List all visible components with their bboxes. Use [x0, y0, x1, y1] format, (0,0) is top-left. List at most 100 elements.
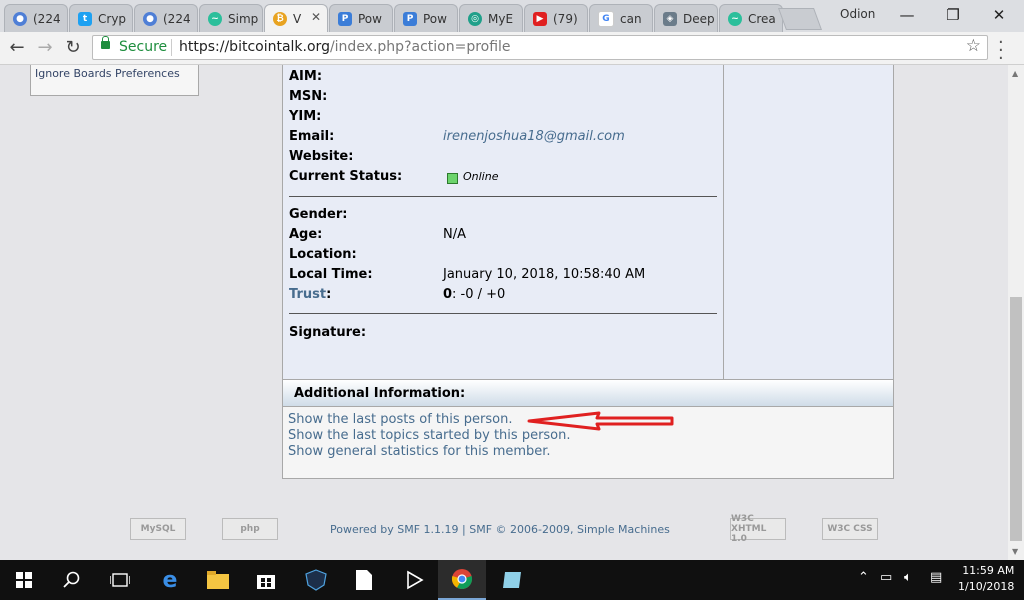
trust-row-label: Trust:: [289, 287, 332, 302]
windows-start-icon[interactable]: [0, 560, 48, 600]
notes-app-icon[interactable]: [488, 560, 536, 600]
taskbar-clock[interactable]: 11:59 AM 1/10/2018: [958, 563, 1014, 595]
tray-chevron-icon[interactable]: ⌃: [858, 570, 869, 585]
reload-icon[interactable]: ↻: [62, 37, 84, 59]
msn-label: MSN:: [289, 89, 328, 104]
browser-tab[interactable]: P Pow: [394, 4, 458, 32]
online-status-icon: [447, 173, 458, 184]
last-posts-link[interactable]: Show the last posts of this person.: [288, 412, 512, 427]
forward-arrow-icon[interactable]: →: [34, 37, 56, 59]
clock-date: 1/10/2018: [958, 580, 1015, 593]
swirl-icon: ~: [728, 11, 742, 26]
powered-by-text[interactable]: Powered by SMF 1.1.19 | SMF © 2006-2009,…: [330, 523, 670, 536]
edge-browser-icon[interactable]: e: [146, 560, 194, 600]
browser-tab[interactable]: ◈ Deep: [654, 4, 718, 32]
red-arrow-annotation: [527, 411, 674, 431]
minimize-icon[interactable]: —: [884, 4, 930, 26]
additional-info-header: Additional Information:: [283, 380, 893, 407]
local-time-label: Local Time:: [289, 267, 373, 282]
taskbar: e ⌃ ▭ 🔈︎ ▤ 11:59 AM 1/10/2018: [0, 560, 1024, 600]
document-icon[interactable]: [340, 560, 388, 600]
google-icon: G: [598, 10, 614, 27]
address-separator: [171, 39, 172, 56]
trust-value: 0: -0 / +0: [443, 287, 506, 302]
email-label: Email:: [289, 129, 335, 144]
swirl-icon: ~: [208, 11, 222, 26]
close-window-icon[interactable]: ✕: [976, 4, 1022, 26]
browser-tab[interactable]: ● (224: [4, 4, 68, 32]
xhtml-badge[interactable]: W3C XHTML 1.0: [730, 514, 786, 544]
ignore-boards-link[interactable]: Ignore Boards Preferences: [35, 67, 180, 80]
age-value: N/A: [443, 227, 466, 242]
panel-divider: [723, 65, 724, 380]
php-badge[interactable]: php: [222, 518, 278, 540]
secure-label: Secure: [119, 39, 168, 55]
page-scrollbar[interactable]: ▲ ▼: [1008, 65, 1024, 560]
section-divider: [289, 313, 717, 314]
close-tab-icon[interactable]: ✕: [311, 10, 321, 24]
task-view-icon[interactable]: [96, 560, 144, 600]
bookmark-star-icon[interactable]: ☆: [966, 36, 981, 56]
browser-tab[interactable]: ~ Crea: [719, 4, 783, 32]
chrome-taskbar-icon[interactable]: [438, 560, 486, 600]
browser-tab[interactable]: ● (224: [134, 4, 198, 32]
yim-label: YIM:: [289, 109, 322, 124]
drop-icon: ●: [13, 11, 27, 26]
youtube-icon: ▶: [533, 11, 547, 26]
tab-strip: ● (224 t Cryp ● (224 ~ Simp ₿ V ✕ P Pow P Pow ◎ M…: [0, 0, 1024, 32]
signature-label: Signature:: [289, 325, 367, 340]
profile-menu-box: Ignore Boards Preferences: [30, 65, 199, 96]
mysql-badge[interactable]: MySQL: [130, 518, 186, 540]
clock-time: 11:59 AM: [962, 564, 1015, 577]
gender-label: Gender:: [289, 207, 348, 222]
edge-glyph: e: [162, 567, 178, 593]
page-content: Ignore Boards Preferences AIM: MSN: YIM:…: [0, 65, 1008, 560]
address-bar[interactable]: Secure https://bitcointalk.org/index.php…: [92, 35, 988, 60]
age-label: Age:: [289, 227, 323, 242]
maximize-icon[interactable]: ❐: [930, 4, 976, 26]
media-player-icon[interactable]: [390, 560, 438, 600]
search-icon[interactable]: [48, 560, 96, 600]
file-explorer-icon[interactable]: [194, 560, 242, 600]
additional-info-title: Additional Information:: [294, 386, 466, 401]
section-divider: [289, 196, 717, 197]
battery-icon[interactable]: ▭: [880, 570, 892, 585]
myetherwallet-icon: ◎: [468, 11, 482, 26]
status-label: Current Status:: [289, 169, 403, 184]
aim-label: AIM:: [289, 69, 323, 84]
website-label: Website:: [289, 149, 354, 164]
browser-tab[interactable]: ▶ (79): [524, 4, 588, 32]
browser-tab[interactable]: t Cryp: [69, 4, 133, 32]
url-text[interactable]: https://bitcointalk.org/index.php?action…: [179, 39, 511, 55]
email-value[interactable]: irenenjoshua18@gmail.com: [443, 129, 625, 144]
bitcoin-icon: ₿: [273, 11, 287, 26]
store-icon[interactable]: [242, 560, 290, 600]
browser-tab[interactable]: Gcan: [589, 4, 653, 32]
scroll-thumb[interactable]: [1010, 297, 1022, 541]
menu-dots-icon[interactable]: · · ·: [998, 34, 1004, 68]
browser-tab[interactable]: ~ Simp: [199, 4, 263, 32]
profile-name[interactable]: Odion: [840, 7, 875, 21]
local-time-value: January 10, 2018, 10:58:40 AM: [443, 267, 646, 282]
css-badge[interactable]: W3C CSS: [822, 518, 878, 540]
twitter-icon: t: [78, 11, 92, 26]
browser-tab[interactable]: P Pow: [329, 4, 393, 32]
volume-icon[interactable]: 🔈︎: [904, 570, 912, 585]
browser-tab[interactable]: ◎ MyE: [459, 4, 523, 32]
online-status-text: Online: [463, 170, 499, 183]
trust-link[interactable]: Trust: [289, 287, 326, 302]
scroll-up-icon[interactable]: ▲: [1012, 69, 1018, 78]
location-label: Location:: [289, 247, 357, 262]
new-tab-button[interactable]: [777, 8, 823, 30]
scroll-down-icon[interactable]: ▼: [1012, 547, 1018, 556]
notifications-icon[interactable]: ▤: [930, 570, 942, 585]
general-stats-link[interactable]: Show general statistics for this member.: [288, 444, 551, 459]
profile-panel: AIM: MSN: YIM: Email: irenenjoshua18@gma…: [282, 65, 894, 381]
lock-icon: [101, 36, 110, 49]
browser-toolbar: ← → ↻ Secure https://bitcointalk.org/ind…: [0, 32, 1024, 68]
drop-icon: ●: [143, 11, 157, 26]
poll-icon: P: [338, 11, 352, 26]
shield-app-icon[interactable]: [292, 560, 340, 600]
browser-tab-active[interactable]: ₿ V ✕: [264, 4, 328, 32]
back-arrow-icon[interactable]: ←: [6, 37, 28, 59]
